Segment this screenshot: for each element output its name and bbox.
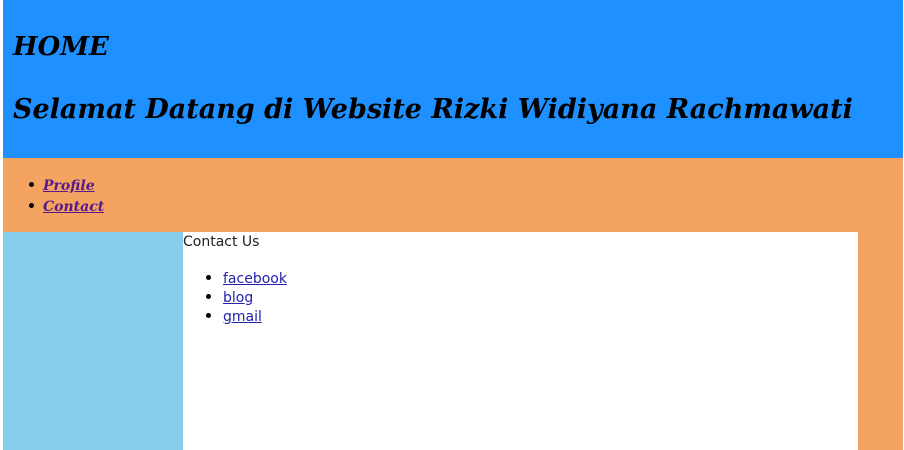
welcome-heading: Selamat Datang di Website Rizki Widiyana…	[13, 94, 853, 125]
bullet-icon	[206, 294, 211, 299]
header: HOME Selamat Datang di Website Rizki Wid…	[3, 0, 903, 158]
list-item: blog	[203, 287, 287, 306]
page: HOME Selamat Datang di Website Rizki Wid…	[0, 0, 904, 450]
nav-bar: Profile Contact	[3, 158, 903, 232]
bullet-icon	[29, 182, 34, 187]
nav-item-contact: Contact	[29, 195, 104, 216]
bullet-icon	[206, 313, 211, 318]
content-title: Contact Us	[183, 234, 260, 250]
list-item: gmail	[203, 306, 287, 325]
nav-item-profile: Profile	[29, 174, 104, 195]
bullet-icon	[29, 203, 34, 208]
right-column	[858, 232, 903, 450]
sidebar	[3, 232, 183, 450]
bullet-icon	[206, 275, 211, 280]
list-item: facebook	[203, 268, 287, 287]
nav-link-profile[interactable]: Profile	[43, 178, 95, 194]
nav-link-contact[interactable]: Contact	[43, 199, 104, 215]
page-title: HOME	[13, 32, 109, 62]
contact-link-list: facebook blog gmail	[203, 268, 287, 325]
blog-link[interactable]: blog	[223, 290, 253, 306]
gmail-link[interactable]: gmail	[223, 309, 262, 325]
nav-list: Profile Contact	[29, 174, 104, 216]
facebook-link[interactable]: facebook	[223, 271, 287, 287]
main-content: Contact Us facebook blog gmail	[183, 232, 858, 450]
